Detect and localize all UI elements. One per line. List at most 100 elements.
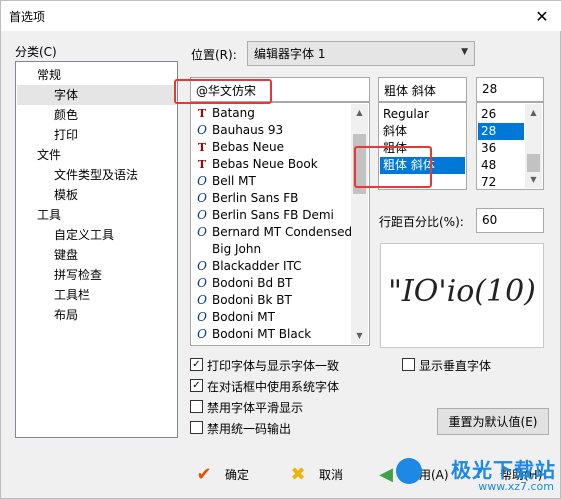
tree-item[interactable]: 文件 — [17, 145, 176, 165]
reset-defaults-button[interactable]: 重置为默认值(E) — [437, 408, 549, 435]
option-checkbox-label: 禁用字体平滑显示 — [207, 401, 304, 415]
font-size-input[interactable]: 28 — [476, 77, 544, 102]
scroll-thumb[interactable] — [527, 154, 540, 172]
font-list-item[interactable]: T Batang — [195, 105, 255, 122]
opentype-icon: O — [197, 259, 207, 273]
option-checkbox[interactable]: ✓ — [190, 358, 203, 371]
font-list-item[interactable]: O Bernard MT Condensed — [195, 224, 352, 241]
option-checkbox-label: 在对话框中使用系统字体 — [207, 380, 340, 394]
highlight-font-style — [354, 146, 432, 188]
option-checkbox-label: 打印字体与显示字体一致 — [207, 359, 340, 373]
watermark-main: 极光下载站 — [451, 458, 556, 482]
font-size-option[interactable]: 26 — [478, 106, 524, 123]
tree-item[interactable]: 自定义工具 — [17, 225, 176, 245]
font-style-option[interactable]: 斜体 — [380, 123, 465, 140]
font-style-input[interactable]: 粗体 斜体 — [378, 77, 467, 102]
vertical-font-label: 显示垂直字体 — [419, 359, 492, 373]
tree-item-label: 布局 — [54, 308, 79, 322]
tree-item[interactable]: 颜色 — [17, 105, 176, 125]
tree-item-label: 工具栏 — [54, 288, 91, 302]
font-list-item[interactable]: O Bauhaus 93 — [195, 122, 283, 139]
line-spacing-input[interactable]: 60 — [476, 208, 544, 233]
font-list-item-name: Big John — [212, 242, 262, 256]
font-list-item-name: Berlin Sans FB Demi — [212, 208, 334, 222]
cancel-button[interactable]: ✖ 取消 — [287, 463, 344, 485]
scroll-up-icon[interactable]: ▲ — [525, 104, 542, 121]
font-list-item[interactable]: O Bodoni MT — [195, 309, 275, 326]
window-title: 首选项 — [9, 10, 46, 24]
option-checkbox[interactable] — [190, 421, 203, 434]
font-list-item-name: Bauhaus 93 — [212, 123, 284, 137]
font-list-item[interactable]: O Bodoni MT Black — [195, 326, 311, 343]
tree-item-label: 键盘 — [54, 248, 79, 262]
font-size-option[interactable]: 36 — [478, 140, 524, 157]
tree-item[interactable]: 拼写检查 — [17, 265, 176, 285]
font-style-option[interactable]: Regular — [380, 106, 465, 123]
vertical-font-checkbox[interactable] — [402, 358, 415, 371]
tree-item[interactable]: 工具 — [17, 205, 176, 225]
highlight-font-name — [174, 79, 272, 104]
opentype-icon: O — [197, 276, 207, 290]
watermark-url: www.xz7.com — [478, 480, 554, 493]
opentype-icon: O — [197, 208, 207, 222]
scroll-down-icon[interactable]: ▼ — [525, 171, 542, 188]
site-watermark: 极光下载站 www.xz7.com — [396, 454, 556, 496]
font-size-option[interactable]: 28 — [478, 123, 524, 140]
font-name-list[interactable]: T Batang O Bauhaus 93 T Bebas Neue T Bebas Neue… — [190, 102, 370, 346]
font-list-scrollbar[interactable]: ▲ ▼ — [351, 104, 368, 344]
option-checkbox-label: 禁用统一码输出 — [207, 422, 292, 436]
tree-item[interactable]: 文件类型及语法 — [17, 165, 176, 185]
font-size-list[interactable]: 72 48 36 28 26 ▲ ▼ — [476, 102, 544, 190]
cancel-x-icon: ✖ — [290, 463, 306, 485]
tree-item[interactable]: 模板 — [17, 185, 176, 205]
tree-item[interactable]: 键盘 — [17, 245, 176, 265]
line-spacing-value: 60 — [482, 213, 498, 227]
font-list-item[interactable]: T Bebas Neue Book — [195, 156, 318, 173]
watermark-logo-icon — [396, 458, 422, 484]
tree-item[interactable]: 打印 — [17, 125, 176, 145]
category-tree[interactable]: 常规字体颜色打印 文件文件类型及语法模板工具自定义工具键盘拼写检查工具栏布局 — [15, 61, 178, 438]
tree-item[interactable]: 布局 — [17, 305, 176, 325]
font-preview: "IO'io(10) — [380, 243, 544, 348]
font-list-item-name: Berlin Sans FB — [212, 191, 299, 205]
checkmark-icon: ✔ — [196, 463, 212, 485]
cancel-label: 取消 — [319, 467, 344, 482]
tree-item-label: 字体 — [54, 88, 79, 102]
font-list-item[interactable]: O Berlin Sans FB — [195, 190, 298, 207]
position-select[interactable]: 编辑器字体 1 ▼ — [247, 41, 475, 66]
font-list-item[interactable]: O Bodoni Bk BT — [195, 292, 292, 309]
tree-item[interactable]: 常规 — [17, 65, 176, 85]
tree-item[interactable]: 字体 — [17, 85, 176, 105]
truetype-icon: T — [197, 158, 207, 171]
font-list-item[interactable]: O Bodoni Bd BT — [195, 275, 292, 292]
size-list-scrollbar[interactable]: ▲ ▼ — [525, 104, 542, 188]
tree-item-label: 自定义工具 — [54, 228, 115, 242]
font-size-option[interactable]: 72 — [478, 174, 524, 189]
font-list-item[interactable]: O Bell MT — [195, 173, 256, 190]
option-checkbox[interactable]: ✓ — [190, 379, 203, 392]
font-list-item[interactable]: O Berlin Sans FB Demi — [195, 207, 334, 224]
opentype-icon: O — [197, 310, 207, 324]
font-list-item-name: Blackadder ITC — [212, 259, 302, 273]
position-label: 位置(R): — [191, 48, 237, 62]
font-list-item[interactable]: Big John — [195, 241, 261, 258]
tree-item-label: 文件类型及语法 — [54, 168, 139, 182]
ok-button[interactable]: ✔ 确定 — [193, 463, 249, 485]
option-checkbox[interactable] — [190, 400, 203, 413]
opentype-icon: O — [197, 191, 207, 205]
close-icon[interactable]: ✕ — [522, 1, 561, 31]
font-list-item[interactable]: T Bebas Neue — [195, 139, 284, 156]
truetype-icon: T — [197, 107, 207, 120]
font-list-item-name: Batang — [212, 106, 255, 120]
font-size-option[interactable]: 48 — [478, 157, 524, 174]
category-label: 分类(C) — [15, 45, 57, 59]
tree-item-label: 颜色 — [54, 108, 79, 122]
tree-item[interactable]: 工具栏 — [17, 285, 176, 305]
scroll-up-icon[interactable]: ▲ — [351, 104, 368, 121]
font-list-item-name: Bernard MT Condensed — [212, 225, 353, 239]
scroll-down-icon[interactable]: ▼ — [351, 327, 368, 344]
font-list-item[interactable]: O Blackadder ITC — [195, 258, 302, 275]
title-bar: 首选项 ✕ — [1, 1, 561, 31]
tree-item-label: 工具 — [37, 208, 62, 222]
font-list-item-name: Bodoni Bk BT — [212, 293, 292, 307]
